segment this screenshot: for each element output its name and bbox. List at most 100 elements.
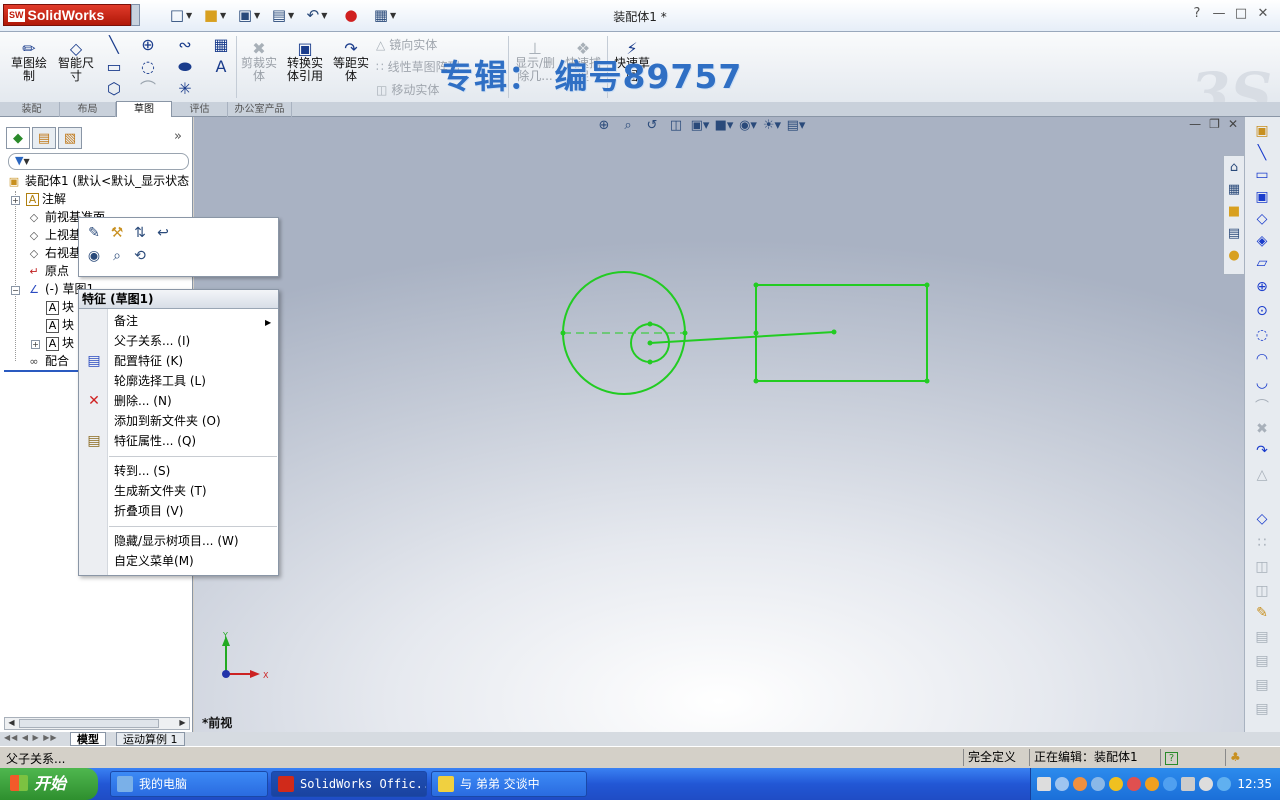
parallelogram-icon[interactable]: ◈ xyxy=(1252,231,1272,251)
line-icon[interactable]: ╲ xyxy=(103,34,125,56)
construction-icon[interactable]: ◇ xyxy=(1252,509,1272,529)
menu-item-configure-feature[interactable]: 配置特征 (K) xyxy=(114,352,183,370)
mirror-entities-button[interactable]: △ 镜向实体 xyxy=(376,36,437,53)
tree-item-block[interactable]: A块 xyxy=(46,316,74,334)
smart-dimension-button[interactable]: ◇ 智能尺 寸 xyxy=(54,41,98,83)
offset-entities-button[interactable]: ↷ 等距实 体 xyxy=(330,41,372,83)
sort-icon[interactable]: ⇅ xyxy=(130,223,150,243)
tray-app-icon[interactable] xyxy=(1073,777,1087,791)
tab-assembly[interactable]: 装配 xyxy=(4,102,60,117)
move-entities-button[interactable]: ◫ 移动实体 xyxy=(376,81,439,98)
task-my-computer[interactable]: 我的电脑 xyxy=(110,771,268,797)
parallelogram-icon[interactable]: ▱ xyxy=(1252,253,1272,273)
start-button[interactable]: 开始 xyxy=(0,768,98,800)
tree-item-mates[interactable]: ∞ 配合 xyxy=(26,352,69,370)
qq-icon[interactable] xyxy=(1109,777,1123,791)
rollback-icon[interactable]: ↩ xyxy=(153,223,173,243)
zoom-to-selection-icon[interactable]: ⌕ xyxy=(107,246,127,266)
tab-motion-study[interactable]: 运动算例 1 xyxy=(116,732,185,746)
tree-item-origin[interactable]: ↵ 原点 xyxy=(26,262,69,280)
tree-root-assembly[interactable]: ▣ 装配体1 (默认<默认_显示状态 xyxy=(6,172,189,190)
tray-app-icon[interactable] xyxy=(1145,777,1159,791)
tangent-arc-icon[interactable]: ◠ xyxy=(1252,349,1272,369)
fillet-icon[interactable]: ⌒ xyxy=(137,78,159,100)
close-button[interactable]: ✕ xyxy=(1254,6,1272,22)
hide-icon[interactable]: ◉ xyxy=(84,246,104,266)
design-library-icon[interactable]: ▦ xyxy=(1224,180,1244,200)
rectangle-icon[interactable]: ▭ xyxy=(1252,165,1272,185)
sketch-point[interactable] xyxy=(682,330,688,336)
trim-icon[interactable]: ✖ xyxy=(1252,419,1272,439)
collapse-tray-icon[interactable] xyxy=(1055,777,1069,791)
connecting-line[interactable] xyxy=(649,331,835,344)
line-icon[interactable]: ╲ xyxy=(1252,143,1272,163)
tray-app-icon[interactable] xyxy=(1091,777,1105,791)
circle-icon[interactable]: ⊕ xyxy=(137,34,159,56)
tree-item-block[interactable]: A块 xyxy=(46,334,74,352)
expand-annotations-toggle[interactable]: + xyxy=(11,196,20,205)
polygon-icon[interactable]: ◇ xyxy=(1252,209,1272,229)
sketch-point[interactable] xyxy=(924,282,930,288)
minimize-button[interactable]: — xyxy=(1210,6,1228,22)
task-solidworks[interactable]: SolidWorks Offic... xyxy=(271,771,427,797)
menu-item-collapse-items[interactable]: 折叠项目 (V) xyxy=(114,502,183,520)
copy-icon[interactable]: ▤ xyxy=(1252,627,1272,647)
sketch-point[interactable] xyxy=(560,330,566,336)
volume-icon[interactable] xyxy=(1199,777,1213,791)
tray-app-icon[interactable] xyxy=(1181,777,1195,791)
menu-item-delete[interactable]: 删除... (N) xyxy=(114,392,172,410)
feature-manager-tab[interactable]: ◆ xyxy=(6,127,30,149)
circle-icon[interactable]: ⊕ xyxy=(1252,277,1272,297)
restore-button[interactable]: □ xyxy=(1232,6,1250,22)
tray-app-icon[interactable] xyxy=(1217,777,1231,791)
pattern-icon[interactable]: ∷ xyxy=(1252,533,1272,553)
sketch-point[interactable] xyxy=(753,282,759,288)
stretch-icon[interactable]: ▤ xyxy=(1252,675,1272,695)
text-icon[interactable]: A xyxy=(210,56,232,78)
sketch-canvas[interactable] xyxy=(194,117,1244,732)
sketch-point[interactable] xyxy=(647,340,653,346)
rotate-icon[interactable]: ◫ xyxy=(1252,581,1272,601)
home-icon[interactable]: ⌂ xyxy=(1224,158,1244,178)
menu-item-contour-select[interactable]: 轮廓选择工具 (L) xyxy=(114,372,206,390)
polygon-icon[interactable]: ⬡ xyxy=(103,78,125,100)
block-icon[interactable]: ▤ xyxy=(1252,699,1272,719)
status-tag-icon[interactable]: ♣ xyxy=(1225,749,1245,766)
tab-sketch[interactable]: 草图 xyxy=(116,101,172,118)
graphics-area[interactable]: ⊕ ⌕ ↺ ◫ ▣▾ ■▾ ◉▾ ☀▾ ▤▾ — ❐ ✕ Y X *前视 xyxy=(194,117,1244,732)
spline-icon[interactable]: ∾ xyxy=(174,34,196,56)
tree-item-top-plane[interactable]: ◇ 上视基 xyxy=(26,226,81,244)
menu-item-add-to-folder[interactable]: 添加到新文件夹 (O) xyxy=(114,412,221,430)
menu-item-customize-menu[interactable]: 自定义菜单(M) xyxy=(114,552,194,570)
three-point-arc-icon[interactable]: ◡ xyxy=(1252,373,1272,393)
scroll-right-icon[interactable]: ▶ xyxy=(176,717,189,730)
convert-entities-button[interactable]: ▣ 转换实 体引用 xyxy=(284,41,326,83)
sketch-grid-icon[interactable]: ▦ xyxy=(210,34,232,56)
edit-feature-icon[interactable]: ⚒ xyxy=(107,223,127,243)
perimeter-circle-icon[interactable]: ⊙ xyxy=(1252,301,1272,321)
fillet-icon[interactable]: ⌒ xyxy=(1252,397,1272,417)
tree-item-annotations[interactable]: A 注解 xyxy=(26,190,66,208)
arc-icon[interactable]: ◌ xyxy=(137,56,159,78)
rectangle-icon[interactable]: ▭ xyxy=(103,56,125,78)
view-palette-icon[interactable]: ▤ xyxy=(1224,224,1244,244)
expand-block-toggle[interactable]: + xyxy=(31,340,40,349)
menu-item-create-folder[interactable]: 生成新文件夹 (T) xyxy=(114,482,207,500)
tab-model[interactable]: 模型 xyxy=(70,732,106,746)
menu-item-comment[interactable]: 备注 xyxy=(114,312,138,330)
property-manager-tab[interactable]: ▤ xyxy=(32,127,56,149)
sketch-point[interactable] xyxy=(647,321,653,327)
expand-tabs-icon[interactable]: » xyxy=(174,129,182,144)
sketch-point[interactable] xyxy=(831,329,837,335)
scale-icon[interactable]: ▤ xyxy=(1252,651,1272,671)
sketch-geometry[interactable] xyxy=(562,271,928,395)
help-button[interactable]: ? xyxy=(1188,6,1206,22)
sketch-icon[interactable]: ▣ xyxy=(1252,121,1272,141)
sketch-button[interactable]: ✏ 草图绘 制 xyxy=(8,41,50,83)
menu-item-feature-properties[interactable]: 特征属性... (Q) xyxy=(114,432,196,450)
trim-button[interactable]: ✖ 剪裁实 体 xyxy=(240,41,278,83)
tab-nav-arrows-icon[interactable]: ◀◀ ◀ ▶ ▶▶ xyxy=(4,733,58,742)
appearances-icon[interactable]: ● xyxy=(1224,246,1244,266)
tab-evaluate[interactable]: 评估 xyxy=(172,102,228,117)
collapse-sketch-toggle[interactable]: − xyxy=(11,286,20,295)
